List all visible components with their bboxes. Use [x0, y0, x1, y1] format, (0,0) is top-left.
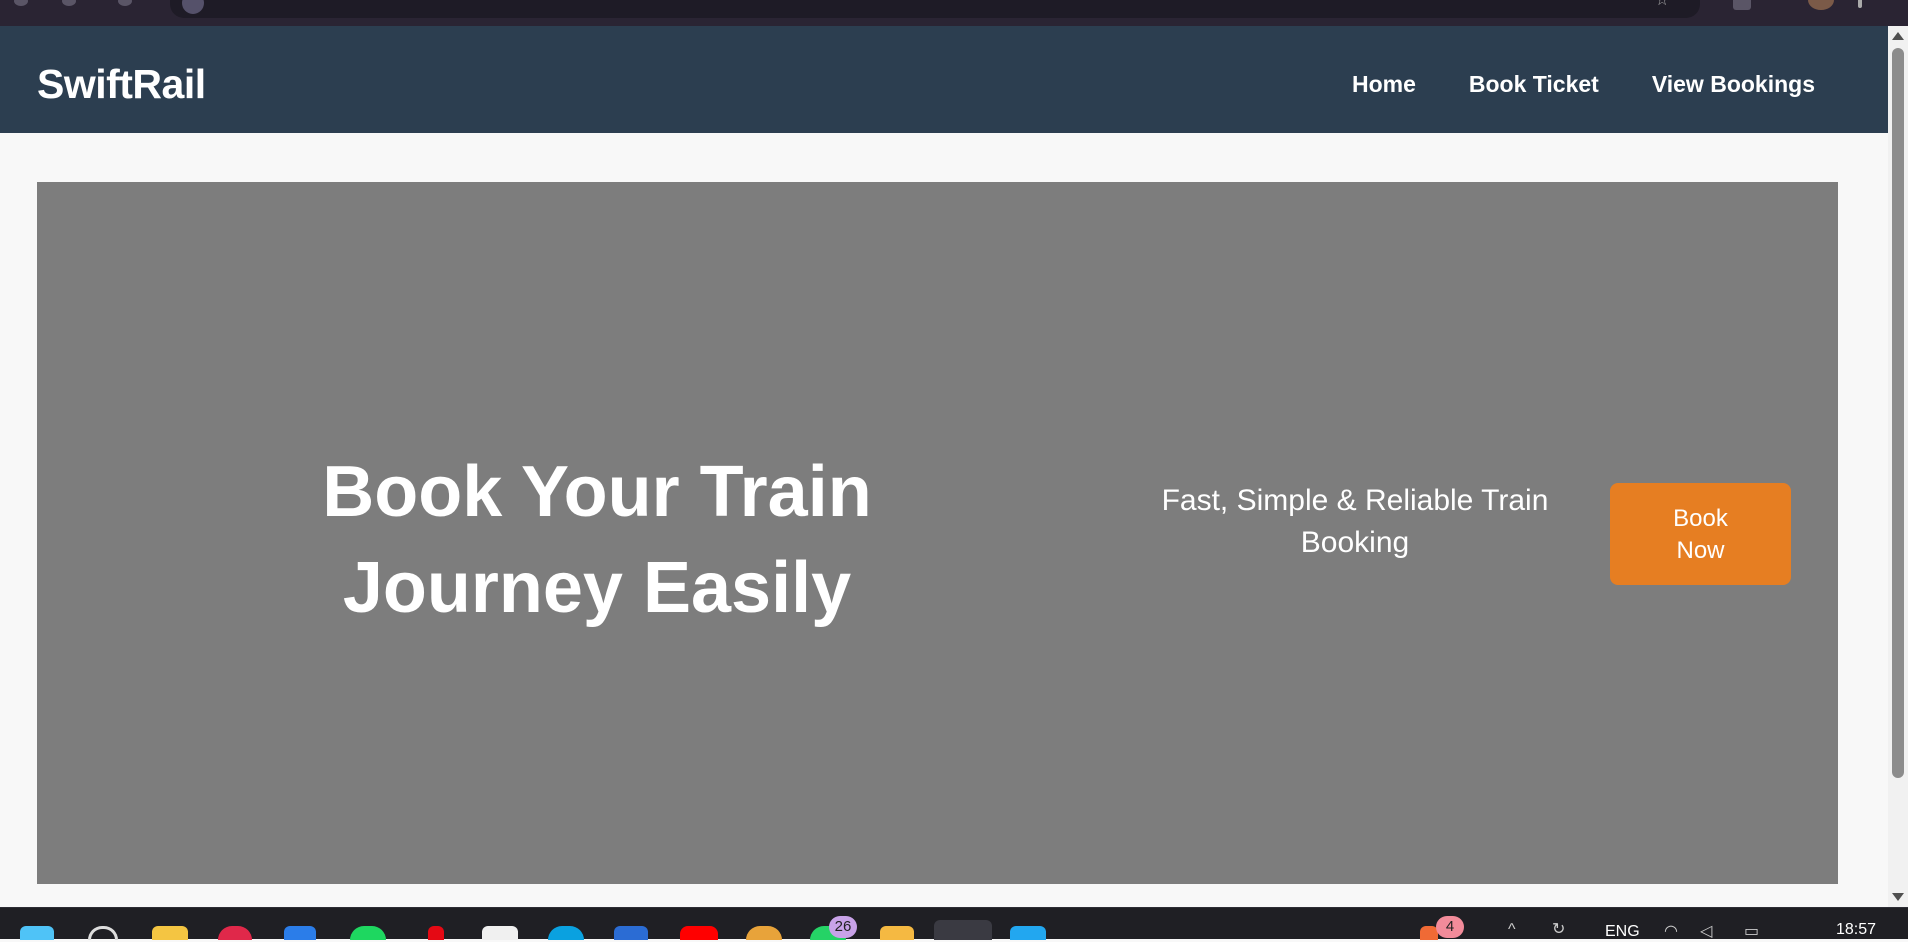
profile-avatar[interactable] [1808, 0, 1834, 10]
word-icon[interactable] [614, 926, 648, 940]
browser-toolbar: ☆ [0, 0, 1908, 26]
hero-subtitle: Fast, Simple & Reliable Train Booking [1161, 484, 1549, 559]
windows-start-icon[interactable] [20, 926, 54, 940]
scroll-up-arrow-icon[interactable] [1892, 32, 1904, 40]
os-taskbar: 26 4 ^ ↻ ENG ◠ ◁ ▭ 18:57 [0, 907, 1908, 942]
brand-logo[interactable]: SwiftRail [37, 60, 206, 108]
nav-view-bookings-link[interactable]: View Bookings [1652, 70, 1815, 98]
youtube-icon[interactable] [680, 926, 718, 940]
roblox-icon[interactable] [482, 926, 518, 940]
vscode-icon[interactable] [1010, 926, 1046, 940]
page-scrollbar[interactable] [1888, 26, 1908, 907]
nav-home-link[interactable]: Home [1352, 70, 1416, 98]
sync-icon[interactable]: ↻ [1552, 920, 1565, 940]
book-now-button[interactable]: Book Now [1610, 483, 1791, 585]
page-viewport: SwiftRail Home Book Ticket View Bookings… [0, 26, 1888, 907]
notification-badge: 4 [1436, 916, 1464, 938]
hero-banner: Book Your Train Journey Easily Fast, Sim… [37, 182, 1838, 884]
browser-menu-icon[interactable] [1858, 0, 1862, 8]
language-indicator[interactable]: ENG [1605, 922, 1640, 942]
site-info-icon[interactable] [182, 0, 204, 14]
search-icon[interactable] [88, 926, 118, 940]
edge-icon[interactable] [548, 926, 584, 940]
wifi-icon[interactable]: ◠ [1664, 922, 1678, 942]
scroll-down-arrow-icon[interactable] [1892, 893, 1904, 901]
nav-book-ticket-link[interactable]: Book Ticket [1469, 70, 1599, 98]
hero-title: Book Your Train Journey Easily [322, 452, 872, 628]
back-icon[interactable] [14, 0, 28, 6]
volume-icon[interactable]: ◁ [1700, 922, 1712, 942]
site-navbar: SwiftRail Home Book Ticket View Bookings [0, 26, 1888, 133]
chevron-up-icon[interactable]: ^ [1508, 920, 1516, 940]
scrollbar-thumb[interactable] [1892, 48, 1904, 778]
active-chrome-window[interactable] [934, 920, 992, 940]
calendar-icon[interactable] [284, 926, 316, 940]
battery-icon[interactable]: ▭ [1744, 922, 1759, 942]
forward-icon[interactable] [62, 0, 76, 6]
whatsapp-badge: 26 [829, 916, 857, 938]
reload-icon[interactable] [118, 0, 132, 6]
file-explorer-icon[interactable] [152, 926, 188, 940]
folder-app-icon[interactable] [880, 926, 914, 940]
netflix-icon[interactable] [428, 926, 444, 940]
address-bar[interactable] [170, 0, 1700, 18]
bookmark-star-icon[interactable]: ☆ [1655, 0, 1675, 9]
clock-time[interactable]: 18:57 [1836, 920, 1876, 940]
app-red-circle-icon[interactable] [218, 926, 252, 940]
spotify-icon[interactable] [350, 926, 386, 940]
extensions-icon[interactable] [1733, 0, 1751, 10]
main-nav: Home Book Ticket View Bookings [1352, 70, 1815, 98]
chrome-icon[interactable] [746, 926, 782, 940]
